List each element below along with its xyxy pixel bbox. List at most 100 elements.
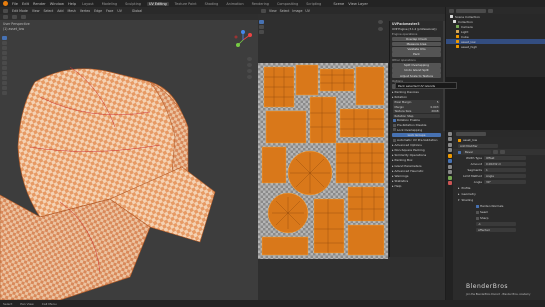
width-type-select[interactable]: Offset bbox=[484, 155, 526, 161]
menu-edit[interactable]: Edit bbox=[22, 2, 29, 6]
workspace-tab-modeling[interactable]: Modeling bbox=[100, 2, 119, 6]
material-index-field[interactable]: -1 bbox=[476, 221, 516, 227]
uv-menu-select[interactable]: Select bbox=[280, 9, 290, 13]
physics-tab-icon[interactable] bbox=[447, 170, 452, 174]
workspace-tab-layout[interactable]: Layout bbox=[80, 2, 96, 6]
3d-viewport[interactable]: Edit Mode View Select Add Mesh Vertex Ed… bbox=[0, 7, 258, 300]
edge-select-icon[interactable] bbox=[12, 15, 17, 19]
modifier-tab-icon[interactable] bbox=[447, 159, 452, 163]
uv-editor-type-icon[interactable] bbox=[261, 8, 266, 13]
blender-logo-icon[interactable] bbox=[3, 1, 8, 6]
viewport-menu-uv[interactable]: UV bbox=[117, 9, 122, 13]
lock-overlapping-checkbox[interactable]: Lock Overlapping bbox=[390, 127, 443, 132]
section-label: Advanced Heuristic bbox=[394, 168, 424, 173]
viewport-menu-add[interactable]: Add bbox=[57, 9, 63, 13]
segments-field[interactable]: 1 bbox=[484, 167, 526, 173]
face-strength-select[interactable]: Affected bbox=[476, 227, 516, 233]
uv-select-tool-icon[interactable] bbox=[259, 20, 264, 24]
pixel-margin-field[interactable]: Pixel Margin 5 bbox=[393, 99, 440, 105]
auto-prevalidation-checkbox[interactable]: Automatic UV Pre-Validation bbox=[390, 138, 443, 143]
viewport-menu-face[interactable]: Face bbox=[106, 9, 113, 13]
workspace-tab-animation[interactable]: Animation bbox=[224, 2, 245, 6]
uv-pan-hand-icon[interactable] bbox=[378, 27, 383, 31]
viewport-perspective-label: User Perspective bbox=[3, 22, 30, 26]
workspace-tab-rendering[interactable]: Rendering bbox=[250, 2, 271, 6]
properties-search-input[interactable] bbox=[456, 131, 486, 136]
add-modifier-button[interactable]: Add Modifier bbox=[458, 143, 498, 149]
section-rotation[interactable]: ▸ Rotation bbox=[390, 94, 443, 99]
viewport-menu-vertex[interactable]: Vertex bbox=[80, 9, 90, 13]
viewport-menu-mesh[interactable]: Mesh bbox=[67, 9, 75, 13]
menu-window[interactable]: Window bbox=[50, 2, 64, 6]
angle-field[interactable]: 30° bbox=[484, 179, 526, 185]
texture-size-field[interactable]: Texture Size 2048 bbox=[393, 109, 440, 114]
checkbox-label: Seam bbox=[480, 210, 489, 214]
uv-menu-uv[interactable]: UV bbox=[305, 9, 310, 13]
outliner-type-icon[interactable] bbox=[449, 8, 454, 13]
uv-islands[interactable] bbox=[258, 63, 389, 259]
viewport-menu-edge[interactable]: Edge bbox=[94, 9, 102, 13]
workspace-tab-texture-paint[interactable]: Texture Paint bbox=[173, 2, 199, 6]
row-label: Angle bbox=[473, 180, 482, 184]
section-label: Rotation bbox=[394, 94, 408, 99]
object-tab-icon[interactable] bbox=[447, 153, 452, 158]
section-help[interactable]: ▸ Help bbox=[390, 184, 443, 189]
overlap-check-button[interactable]: Overlap Check bbox=[392, 36, 441, 42]
material-tab-icon[interactable] bbox=[447, 181, 452, 185]
uv-menu-image[interactable]: Image bbox=[292, 9, 302, 13]
undo-island-split-button[interactable]: Undo Island Split bbox=[392, 68, 441, 73]
mode-selector[interactable]: Edit Mode bbox=[12, 9, 28, 13]
field-label: Pixel Margin bbox=[394, 99, 412, 104]
rotation-step-field[interactable]: Rotation Step bbox=[393, 113, 440, 118]
data-tab-icon[interactable] bbox=[447, 175, 452, 180]
lock-groups-button[interactable]: Lock Groups bbox=[392, 132, 441, 138]
uv-cursor-tool-icon[interactable] bbox=[259, 25, 264, 29]
particles-tab-icon[interactable] bbox=[447, 164, 452, 169]
menu-render[interactable]: Render bbox=[33, 2, 46, 6]
transform-orientation[interactable]: Global bbox=[132, 9, 142, 13]
split-overlapping-button[interactable]: Split Overlapping bbox=[392, 62, 441, 68]
workspace-tab-compositing[interactable]: Compositing bbox=[275, 2, 300, 6]
adjust-scale-button[interactable]: Adjust Scale to Texture bbox=[392, 73, 441, 78]
workspace-tab-sculpting[interactable]: Sculpting bbox=[123, 2, 143, 6]
section-label: Non-Square Packing bbox=[394, 148, 425, 153]
viewport-header: Edit Mode View Select Add Mesh Vertex Ed… bbox=[0, 7, 258, 14]
workspace-tab-scripting[interactable]: Scripting bbox=[304, 2, 323, 6]
viewport-menu-select[interactable]: Select bbox=[43, 9, 53, 13]
editor-type-icon[interactable] bbox=[3, 8, 8, 13]
scene-tab-icon[interactable] bbox=[447, 148, 452, 152]
vertex-select-icon[interactable] bbox=[3, 15, 8, 19]
uv-editor[interactable]: View Select Image UV UVPackmaster3 UVP E… bbox=[258, 7, 445, 300]
tool-tab-icon[interactable] bbox=[447, 131, 452, 136]
outliner-search-input[interactable] bbox=[456, 8, 486, 13]
filter-icon[interactable] bbox=[488, 8, 493, 13]
modifier-name-field[interactable]: Bevel bbox=[463, 149, 491, 155]
watermark-subtitle: Join the BlenderBros Discord - Blender B… bbox=[466, 293, 531, 296]
mesh-icon bbox=[456, 35, 459, 38]
margin-field[interactable]: Margin 0.003 bbox=[393, 104, 440, 109]
measure-area-button[interactable]: Measure Area bbox=[392, 41, 441, 47]
modifier-toggle-icon[interactable] bbox=[493, 150, 498, 154]
menu-file[interactable]: File bbox=[12, 2, 18, 6]
output-tab-icon[interactable] bbox=[447, 142, 452, 147]
viewport-menu-view[interactable]: View bbox=[32, 9, 40, 13]
render-tab-icon[interactable] bbox=[447, 137, 452, 141]
amount-field[interactable]: 0.00232 m bbox=[484, 161, 526, 167]
outliner-row[interactable]: asset_high bbox=[446, 44, 545, 49]
limit-method-select[interactable]: Angle bbox=[484, 173, 526, 179]
scene-selector[interactable]: Scene bbox=[333, 2, 344, 6]
menu-help[interactable]: Help bbox=[68, 2, 76, 6]
pack-button[interactable]: Pack bbox=[392, 52, 441, 57]
modifier-close-icon[interactable] bbox=[500, 150, 505, 154]
view-layer-selector[interactable]: View Layer bbox=[348, 2, 368, 6]
uv-zoom-icon[interactable] bbox=[378, 20, 383, 24]
workspace-tab-uv-editing[interactable]: UV Editing bbox=[146, 1, 169, 6]
checkbox-icon bbox=[476, 216, 479, 220]
uv-move-tool-icon[interactable] bbox=[259, 30, 264, 34]
sidebar-tab-strip[interactable] bbox=[443, 21, 445, 131]
uv-menu-view[interactable]: View bbox=[269, 9, 277, 13]
light-icon bbox=[456, 30, 459, 33]
face-select-icon[interactable] bbox=[21, 15, 26, 19]
validate-uvs-button[interactable]: Validate UVs bbox=[392, 46, 441, 52]
workspace-tab-shading[interactable]: Shading bbox=[203, 2, 221, 6]
